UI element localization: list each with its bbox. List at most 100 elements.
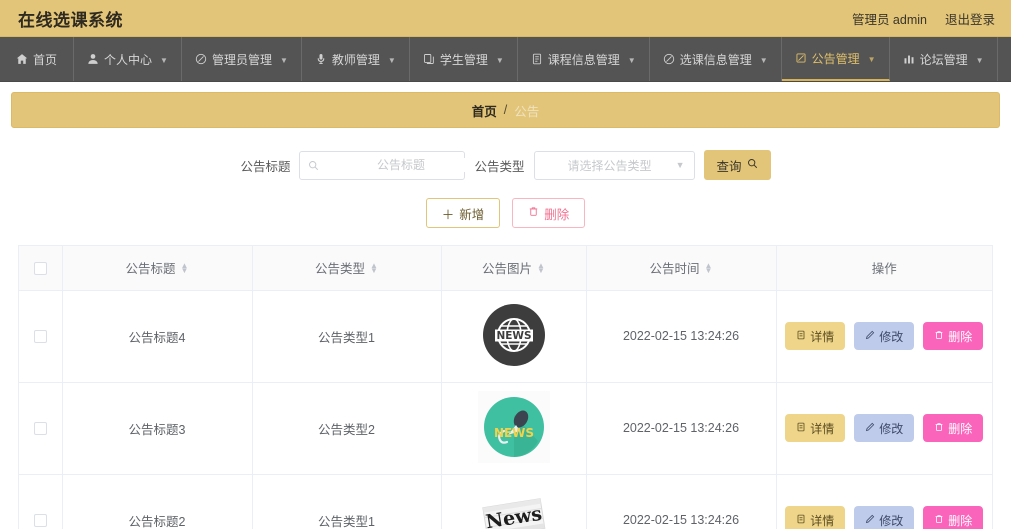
cell-image: NEWS — [441, 290, 587, 383]
app-header: 在线选课系统 管理员 admin 退出登录 — [0, 0, 1011, 37]
row-checkbox[interactable] — [33, 330, 47, 344]
chart-icon — [903, 53, 915, 65]
cell-title: 公告标题4 — [62, 290, 253, 383]
column-header-operations: 操作 — [776, 246, 992, 291]
search-button[interactable]: 查询 — [703, 150, 771, 180]
nav-label-student-management: 学生管理 — [439, 52, 488, 67]
nav-item-student-management[interactable]: 学生管理 ▼ — [410, 37, 518, 81]
row-delete-button[interactable]: 删除 — [923, 506, 984, 529]
nav-item-course-info-management[interactable]: 课程信息管理 ▼ — [518, 37, 650, 81]
edit-button[interactable]: 修改 — [854, 322, 915, 350]
row-delete-button[interactable]: 删除 — [923, 414, 984, 442]
pencil-icon — [865, 329, 875, 343]
row-delete-button[interactable]: 删除 — [923, 322, 984, 350]
main-navigation: 首页 个人中心 ▼ 管理员管理 ▼ 教师管理 ▼ 学生管理 ▼ 课程信息管理 ▼ — [0, 37, 1011, 82]
column-header-time[interactable]: 公告时间 ▲ ▼ — [586, 246, 777, 291]
nav-label-home: 首页 — [33, 52, 58, 67]
cell-image: NEWS — [441, 382, 587, 475]
circle-slash-icon — [195, 53, 207, 65]
nav-label-announcement-management: 公告管理 — [811, 51, 860, 66]
nav-item-announcement-management[interactable]: 公告管理 ▼ — [781, 37, 890, 81]
search-icon — [308, 160, 319, 171]
nav-item-forum-management[interactable]: 论坛管理 ▼ — [890, 37, 998, 81]
column-header-title[interactable]: 公告标题 ▲ ▼ — [62, 246, 253, 291]
select-all-checkbox[interactable] — [33, 261, 47, 275]
plus-icon: ＋ — [441, 207, 455, 222]
column-header-title-label: 公告标题 — [125, 262, 176, 277]
sort-arrows-icon[interactable]: ▲ ▼ — [537, 261, 545, 274]
column-header-image-label: 公告图片 — [482, 262, 533, 277]
microphone-icon — [315, 53, 327, 65]
records-table-container: 公告标题 ▲ ▼ 公告类型 ▲ ▼ 公告图片 ▲ ▼ 公告时间 ▲ ▼ 操作 公… — [18, 245, 993, 529]
column-header-operations-label: 操作 — [871, 262, 897, 277]
nav-item-teacher-management[interactable]: 教师管理 ▼ — [302, 37, 410, 81]
nav-item-course-selection-management[interactable]: 选课信息管理 ▼ — [650, 37, 782, 81]
cell-time: 2022-02-15 13:24:26 — [586, 290, 777, 383]
search-icon — [747, 158, 758, 172]
breadcrumb: 首页 / 公告 — [11, 92, 1000, 128]
row-checkbox[interactable] — [33, 514, 47, 528]
app-title: 在线选课系统 — [18, 10, 123, 30]
nav-item-home[interactable]: 首页 — [0, 37, 75, 81]
row-checkbox[interactable] — [33, 422, 47, 436]
news-microphone-green-circle-thumbnail[interactable]: NEWS — [477, 390, 550, 466]
cell-type: 公告类型1 — [252, 474, 442, 529]
row-delete-button-label: 删除 — [948, 421, 973, 436]
add-button[interactable]: ＋ 新增 — [425, 198, 501, 228]
detail-button-label: 详情 — [810, 513, 835, 528]
select-all-header — [19, 246, 63, 291]
header-user-area: 管理员 admin 退出登录 — [852, 9, 995, 28]
chevron-down-icon: ▼ — [759, 55, 768, 65]
nav-label-course-info-management: 课程信息管理 — [547, 52, 620, 67]
news-globe-dark-circle-thumbnail[interactable]: NEWS — [479, 300, 549, 373]
batch-delete-button[interactable]: 删除 — [512, 198, 586, 228]
trash-icon — [934, 421, 944, 435]
chevron-down-icon: ▼ — [627, 55, 636, 65]
current-user-label: 管理员 admin — [851, 12, 927, 27]
sort-arrows-icon[interactable]: ▲ ▼ — [705, 261, 713, 274]
sort-arrows-icon[interactable]: ▲ ▼ — [181, 261, 189, 274]
table-row: 公告标题2 公告类型1 News 2022-02-15 13:24:26 详情 … — [19, 474, 992, 529]
copy-icon — [423, 53, 435, 65]
cell-time: 2022-02-15 13:24:26 — [586, 474, 777, 529]
detail-button[interactable]: 详情 — [785, 506, 846, 529]
row-select-cell — [19, 290, 63, 383]
breadcrumb-current: 公告 — [514, 104, 540, 119]
chevron-down-icon: ▼ — [867, 54, 876, 64]
table-row: 公告标题4 公告类型1 NEWS 2022-02-15 13:24:26 详情 … — [19, 290, 992, 383]
pencil-square-icon — [795, 52, 807, 64]
nav-label-personal-center: 个人中心 — [104, 52, 153, 67]
news-newspaper-white-thumbnail[interactable]: News — [477, 489, 551, 529]
cell-time: 2022-02-15 13:24:26 — [586, 382, 777, 475]
nav-item-admin-management[interactable]: 管理员管理 ▼ — [182, 37, 302, 81]
announcement-type-selected-value: 请选择公告类型 — [567, 158, 652, 173]
announcement-title-field[interactable] — [299, 150, 479, 180]
trash-icon — [934, 329, 944, 343]
announcement-title-label: 公告标题 — [240, 159, 291, 174]
detail-button[interactable]: 详情 — [785, 322, 846, 350]
edit-button[interactable]: 修改 — [854, 506, 915, 529]
column-header-type[interactable]: 公告类型 ▲ ▼ — [252, 246, 442, 291]
detail-button[interactable]: 详情 — [785, 414, 846, 442]
sort-arrows-icon[interactable]: ▲ ▼ — [370, 261, 378, 274]
chevron-down-icon: ▼ — [279, 55, 288, 65]
row-select-cell — [19, 474, 63, 529]
breadcrumb-root[interactable]: 首页 — [472, 101, 497, 120]
cell-title: 公告标题2 — [62, 474, 253, 529]
chevron-down-icon: ▼ — [387, 55, 396, 65]
row-select-cell — [19, 382, 63, 475]
search-input[interactable] — [323, 158, 479, 172]
nav-item-personal-center[interactable]: 个人中心 ▼ — [74, 37, 182, 81]
column-header-time-label: 公告时间 — [649, 262, 700, 277]
edit-button-label: 修改 — [879, 513, 904, 528]
edit-button[interactable]: 修改 — [854, 414, 915, 442]
trash-icon — [934, 513, 944, 527]
column-header-image[interactable]: 公告图片 ▲ ▼ — [441, 246, 587, 291]
cell-operations: 详情 修改 删除 — [776, 382, 992, 475]
delete-button-label: 删除 — [544, 207, 570, 222]
announcements-table: 公告标题 ▲ ▼ 公告类型 ▲ ▼ 公告图片 ▲ ▼ 公告时间 ▲ ▼ 操作 公… — [19, 246, 992, 529]
edit-button-label: 修改 — [879, 421, 904, 436]
logout-link[interactable]: 退出登录 — [945, 9, 995, 28]
announcement-type-select[interactable]: 请选择公告类型 ▼ — [533, 150, 695, 180]
chevron-down-icon: ▼ — [975, 55, 984, 65]
